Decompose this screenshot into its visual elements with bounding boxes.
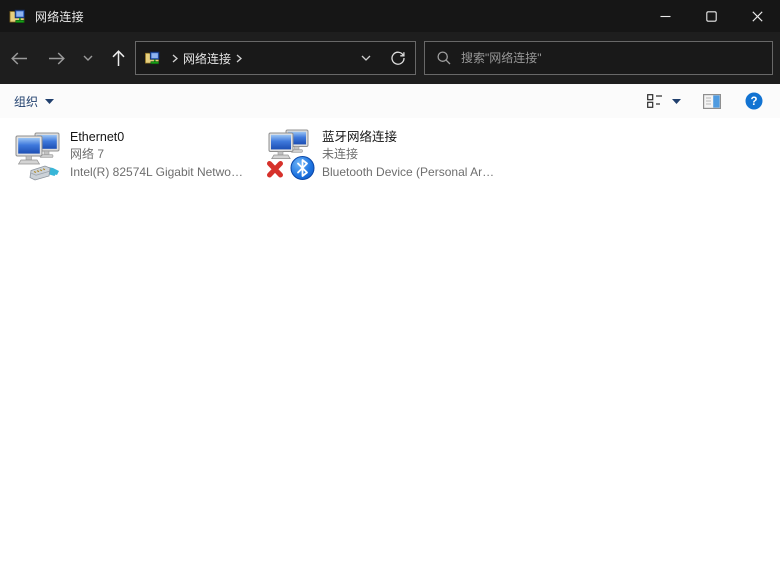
breadcrumb-location[interactable]: 网络连接	[183, 50, 231, 67]
svg-text:?: ?	[750, 96, 757, 108]
back-button[interactable]	[0, 41, 38, 75]
connection-device: Bluetooth Device (Personal Ar…	[322, 164, 494, 182]
preview-pane-button[interactable]	[703, 94, 721, 109]
network-folder-icon	[9, 8, 26, 25]
caption-controls	[642, 0, 780, 32]
network-folder-icon	[144, 50, 161, 66]
organize-label: 组织	[14, 93, 38, 110]
address-dropdown-button[interactable]	[361, 55, 371, 61]
details-view-icon	[647, 94, 663, 108]
up-button[interactable]	[102, 41, 134, 75]
change-view-button[interactable]	[647, 94, 681, 108]
connection-tile-bluetooth[interactable]: 蓝牙网络连接 未连接 Bluetooth Device (Personal Ar…	[265, 125, 517, 181]
search-icon	[437, 51, 451, 65]
bluetooth-badge-icon	[291, 157, 314, 180]
connection-name: Ethernet0	[70, 128, 243, 146]
tile-text: Ethernet0 网络 7 Intel(R) 82574L Gigabit N…	[70, 125, 243, 181]
ethernet-connection-icon	[13, 125, 63, 181]
chevron-right-icon	[172, 54, 178, 63]
network-connections-window: 网络连接	[0, 0, 780, 567]
window-title: 网络连接	[35, 8, 84, 25]
refresh-button[interactable]	[391, 51, 405, 65]
connection-status: 网络 7	[70, 146, 243, 164]
bluetooth-connection-icon	[265, 125, 315, 181]
minimize-button[interactable]	[642, 0, 688, 32]
address-bar[interactable]: 网络连接	[135, 41, 416, 75]
preview-pane-icon	[703, 94, 721, 109]
chevron-down-icon	[83, 55, 93, 61]
help-button[interactable]: ?	[745, 92, 763, 110]
maximize-button[interactable]	[688, 0, 734, 32]
chevron-down-icon	[361, 55, 371, 61]
close-icon	[752, 11, 763, 22]
titlebar: 网络连接	[0, 0, 780, 32]
search-box[interactable]	[424, 41, 773, 75]
maximize-icon	[706, 11, 717, 22]
help-icon: ?	[745, 92, 763, 110]
search-input[interactable]	[461, 51, 762, 65]
caret-down-icon	[45, 99, 54, 104]
caret-down-icon	[672, 99, 681, 104]
disconnected-x-icon	[270, 164, 281, 176]
recent-locations-button[interactable]	[74, 41, 102, 75]
connection-tile-ethernet[interactable]: Ethernet0 网络 7 Intel(R) 82574L Gigabit N…	[13, 125, 265, 181]
refresh-icon	[391, 51, 405, 65]
arrow-left-icon	[11, 52, 28, 65]
forward-button[interactable]	[38, 41, 74, 75]
commandbar-right-group: ?	[647, 92, 763, 110]
command-bar: 组织	[0, 84, 780, 118]
tile-text: 蓝牙网络连接 未连接 Bluetooth Device (Personal Ar…	[322, 125, 494, 181]
connections-list: Ethernet0 网络 7 Intel(R) 82574L Gigabit N…	[0, 118, 780, 567]
close-button[interactable]	[734, 0, 780, 32]
arrow-up-icon	[112, 50, 125, 67]
navigation-toolbar: 网络连接	[0, 32, 780, 84]
connection-status: 未连接	[322, 146, 494, 164]
chevron-right-icon[interactable]	[236, 54, 242, 63]
connection-device: Intel(R) 82574L Gigabit Netwo…	[70, 164, 243, 182]
organize-button[interactable]: 组织	[14, 93, 54, 110]
arrow-right-icon	[48, 52, 65, 65]
minimize-icon	[660, 11, 671, 22]
connection-name: 蓝牙网络连接	[322, 128, 494, 146]
